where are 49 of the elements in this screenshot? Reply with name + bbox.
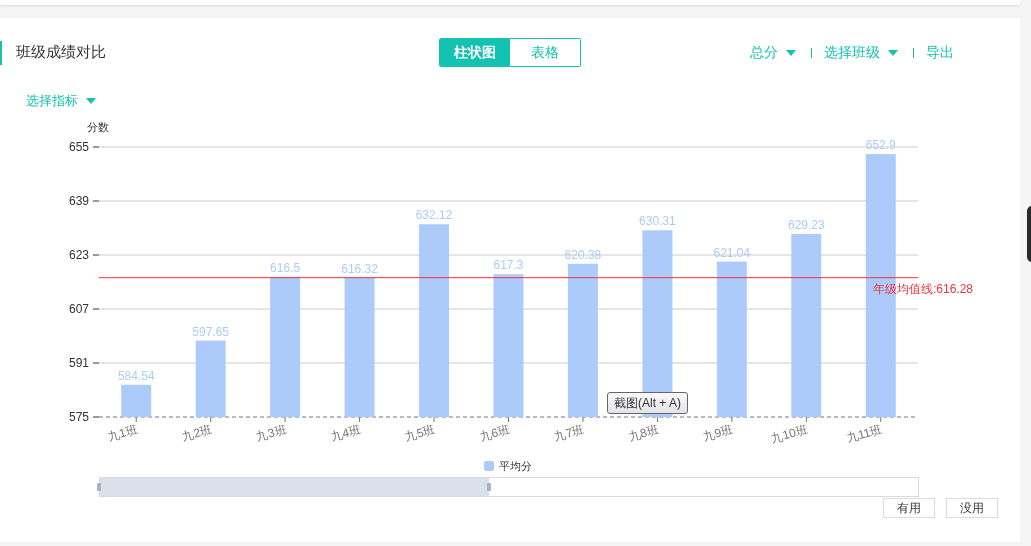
category-label: 九2班: [180, 422, 214, 444]
average-line-label: 年级均值线:616.28: [873, 281, 974, 296]
axis-title: 分数: [87, 121, 109, 133]
export-link[interactable]: 导出: [926, 42, 954, 63]
panel-title: 班级成绩对比: [16, 42, 107, 63]
axis-tick-label: 623: [68, 248, 89, 262]
axis-tick-label: 655: [68, 140, 89, 154]
bar-value-label: 632.12: [415, 208, 453, 223]
caret-icon: [888, 49, 898, 56]
category-label: 九1班: [105, 422, 139, 444]
tooltip: 截图(Alt + A): [607, 392, 688, 414]
axis-tick-label: 639: [68, 194, 89, 208]
legend-label: 平均分: [499, 460, 532, 472]
bar: [121, 384, 152, 417]
bar-value-label: 584.54: [117, 368, 155, 383]
category-label: 九10班: [769, 422, 810, 446]
zoom-slider[interactable]: [99, 477, 919, 497]
bar-value-label: 616.32: [341, 261, 378, 276]
category-label: 九4班: [329, 422, 363, 444]
bar-value-label: 616.5: [270, 260, 301, 275]
bar-value-label: 621.04: [713, 245, 751, 260]
dropdown-button[interactable]: 选择班级: [824, 42, 901, 63]
bar-value-label: 652.9: [865, 138, 896, 153]
slider-handle[interactable]: [487, 483, 492, 491]
bar-value-label: 629.23: [787, 217, 825, 232]
bar-value-label: 620.38: [564, 247, 602, 262]
title-accent: [0, 40, 2, 65]
axis-tick-label: 607: [68, 302, 89, 316]
category-label: 九8班: [626, 422, 661, 444]
view-tab[interactable]: 柱状图: [440, 39, 510, 66]
legend-swatch-icon: [484, 461, 494, 471]
category-label: 九5班: [403, 422, 437, 444]
category-label: 九9班: [701, 422, 735, 444]
bar-value-label: 630.31: [639, 214, 676, 229]
dropdown-button[interactable]: 总分: [750, 42, 799, 63]
axis-tick-label: 575: [68, 410, 89, 424]
bar-value-label: 597.65: [192, 324, 230, 339]
bar-value-label: 617.3: [493, 258, 524, 273]
category-label: 九7班: [552, 422, 586, 444]
feedback-button[interactable]: 没用: [946, 498, 998, 518]
category-label: 九3班: [254, 422, 288, 444]
feedback-button[interactable]: 有用: [883, 498, 935, 518]
category-label: 九6班: [478, 422, 512, 444]
axis-tick-label: 591: [68, 356, 89, 370]
caret-icon: [86, 98, 96, 104]
category-label: 九11班: [844, 422, 884, 446]
caret-icon: [786, 49, 796, 56]
metric-dropdown[interactable]: 选择指标: [26, 91, 96, 111]
slider-handle[interactable]: [97, 483, 101, 491]
